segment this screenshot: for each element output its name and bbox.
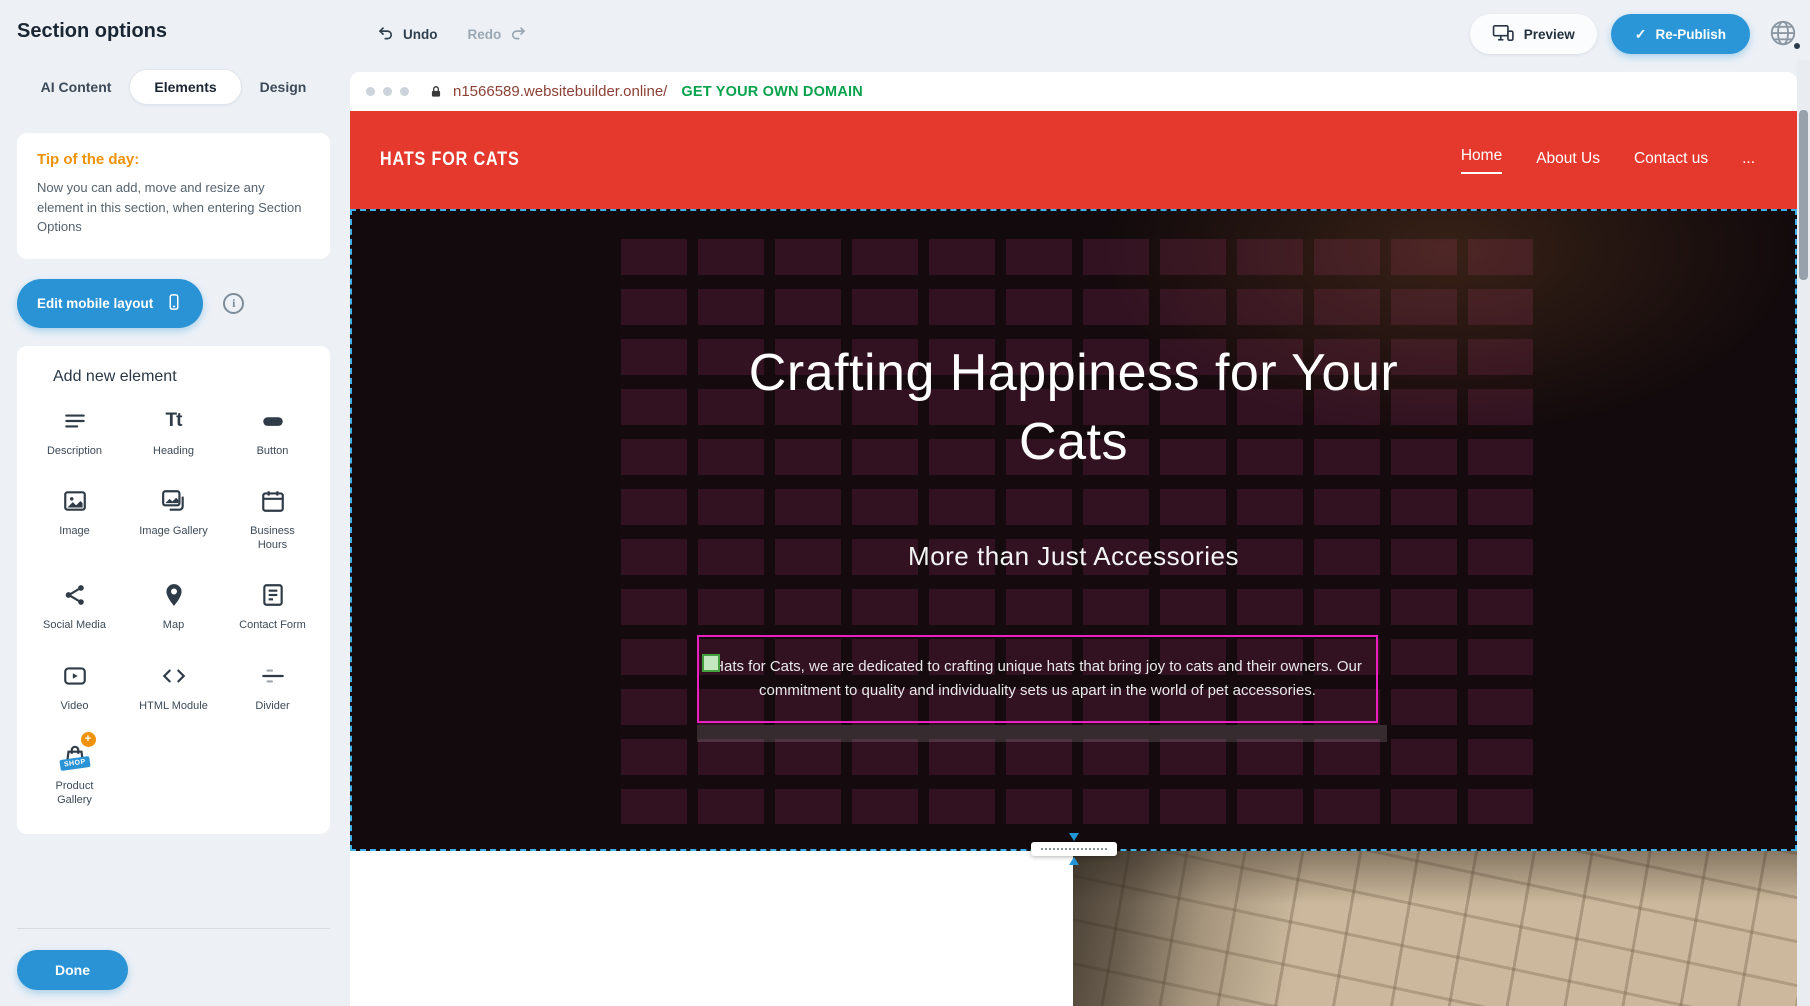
description-icon <box>58 406 92 436</box>
element-map[interactable]: Map <box>124 580 223 632</box>
hero-paragraph-text: Hats for Cats, we are dedicated to craft… <box>711 655 1364 703</box>
language-globe-button[interactable] <box>1764 15 1802 53</box>
image-gallery-icon <box>157 486 191 516</box>
button-icon <box>256 406 290 436</box>
element-image-gallery[interactable]: Image Gallery <box>124 486 223 553</box>
next-section-blank <box>350 851 1073 1006</box>
resize-handle-bar <box>1031 842 1117 856</box>
element-heading[interactable]: Tt Heading <box>124 406 223 458</box>
edit-mobile-layout-label: Edit mobile layout <box>37 296 153 311</box>
element-social-media[interactable]: Social Media <box>25 580 124 632</box>
tip-title: Tip of the day: <box>37 151 310 168</box>
info-icon[interactable]: i <box>223 293 244 314</box>
add-element-title: Add new element <box>25 368 322 386</box>
element-grid: Description Tt Heading Button Ima <box>25 406 322 808</box>
sidebar-tabs: AI Content Elements Design <box>17 69 330 105</box>
next-section <box>350 851 1797 1006</box>
globe-notification-dot <box>1794 43 1800 49</box>
site-canvas: n1566589.websitebuilder.online/ GET YOUR… <box>350 72 1797 1006</box>
app-root: Section options AI Content Elements Desi… <box>0 0 1810 1006</box>
window-scrollbar[interactable] <box>1797 60 1810 1006</box>
upgrade-badge-icon: + <box>81 732 96 747</box>
product-gallery-icon: + SHOP <box>58 741 92 771</box>
get-domain-link[interactable]: GET YOUR OWN DOMAIN <box>681 84 863 100</box>
hero-paragraph-ghost <box>697 725 1387 742</box>
history-controls: Undo Redo <box>377 24 527 45</box>
site-url: n1566589.websitebuilder.online/ <box>453 83 667 100</box>
republish-button[interactable]: ✓ Re-Publish <box>1611 14 1750 54</box>
element-html-module[interactable]: HTML Module <box>124 661 223 713</box>
preview-button[interactable]: Preview <box>1470 14 1597 54</box>
tab-design[interactable]: Design <box>246 70 321 104</box>
undo-button[interactable]: Undo <box>377 24 438 45</box>
section-options-sidebar: Section options AI Content Elements Desi… <box>0 0 347 1006</box>
browser-bar: n1566589.websitebuilder.online/ GET YOUR… <box>350 72 1797 111</box>
sidebar-title: Section options <box>17 20 330 43</box>
heading-icon: Tt <box>157 406 191 436</box>
preview-label: Preview <box>1524 27 1575 42</box>
site-header: HATS FOR CATS Home About Us Contact us .… <box>350 111 1797 209</box>
scrollbar-thumb[interactable] <box>1799 110 1808 280</box>
element-image[interactable]: Image <box>25 486 124 553</box>
redo-label: Redo <box>468 27 502 42</box>
undo-icon <box>377 24 395 45</box>
nav-contact-us[interactable]: Contact us <box>1634 150 1708 170</box>
resize-arrow-down-icon <box>1069 833 1079 841</box>
element-video[interactable]: Video <box>25 661 124 713</box>
top-actions: Preview ✓ Re-Publish <box>1470 14 1802 54</box>
devices-icon <box>1492 24 1514 45</box>
hero-paragraph-selected[interactable]: Hats for Cats, we are dedicated to craft… <box>697 635 1378 723</box>
element-business-hours[interactable]: Business Hours <box>223 486 322 553</box>
browser-dots-icon <box>366 87 409 96</box>
site-preview: HATS FOR CATS Home About Us Contact us .… <box>350 111 1797 1006</box>
element-product-gallery[interactable]: + SHOP Product Gallery <box>25 741 124 808</box>
element-contact-form[interactable]: Contact Form <box>223 580 322 632</box>
image-icon <box>58 486 92 516</box>
hero-subheading[interactable]: More than Just Accessories <box>352 541 1795 572</box>
nav-home[interactable]: Home <box>1461 147 1502 174</box>
element-divider[interactable]: Divider <box>223 661 322 713</box>
cobblestone-photo <box>1073 851 1797 1006</box>
lock-icon <box>429 85 443 99</box>
tip-of-the-day-card: Tip of the day: Now you can add, move an… <box>17 133 330 259</box>
video-icon <box>58 661 92 691</box>
add-element-panel: Add new element Description Tt Heading <box>17 346 330 834</box>
site-logo[interactable]: HATS FOR CATS <box>380 149 520 171</box>
tab-ai-content[interactable]: AI Content <box>27 70 126 104</box>
nav-about-us[interactable]: About Us <box>1536 150 1600 170</box>
check-icon: ✓ <box>1635 26 1647 43</box>
undo-label: Undo <box>403 27 438 42</box>
topbar: Undo Redo Preview ✓ R <box>347 0 1810 72</box>
edit-mobile-layout-button[interactable]: Edit mobile layout <box>17 279 203 328</box>
site-nav: Home About Us Contact us ... <box>1461 147 1755 174</box>
element-description[interactable]: Description <box>25 406 124 458</box>
resize-arrow-up-icon <box>1069 857 1079 865</box>
redo-button[interactable]: Redo <box>468 24 528 45</box>
done-button[interactable]: Done <box>17 950 128 990</box>
divider-icon <box>256 661 290 691</box>
business-hours-icon <box>256 486 290 516</box>
element-drag-handle[interactable] <box>702 654 720 672</box>
main-area: Undo Redo Preview ✓ R <box>347 0 1810 1006</box>
map-pin-icon <box>157 580 191 610</box>
republish-label: Re-Publish <box>1655 27 1726 42</box>
mobile-layout-row: Edit mobile layout i <box>17 279 330 328</box>
hero-section-selected[interactable]: Crafting Happiness for Your Cats More th… <box>350 209 1797 851</box>
section-resize-handle[interactable] <box>1031 833 1117 865</box>
contact-form-icon <box>256 580 290 610</box>
html-code-icon <box>157 661 191 691</box>
tip-body: Now you can add, move and resize any ele… <box>37 178 310 237</box>
nav-more-icon[interactable]: ... <box>1742 150 1755 170</box>
redo-icon <box>509 24 527 45</box>
social-media-icon <box>58 580 92 610</box>
tab-elements[interactable]: Elements <box>129 69 241 105</box>
phone-icon <box>165 293 183 314</box>
element-button[interactable]: Button <box>223 406 322 458</box>
hero-heading[interactable]: Crafting Happiness for Your Cats <box>709 339 1439 477</box>
sidebar-divider <box>17 928 330 929</box>
